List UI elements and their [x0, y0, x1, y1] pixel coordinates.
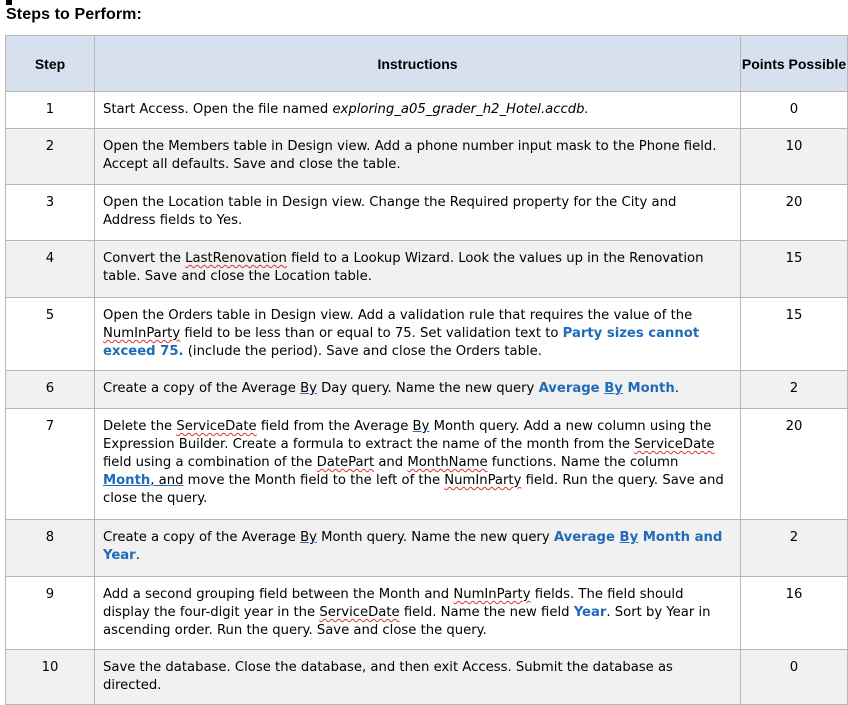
instruction-segment: Open the Orders table in Design view. Ad…: [103, 308, 693, 323]
instruction-sq-text: NumInParty: [444, 473, 522, 488]
instruction-segment: field from the Average: [256, 419, 413, 434]
step-number: 8: [5, 519, 95, 577]
points-value: 15: [740, 297, 848, 371]
section-title: Steps to Perform:: [6, 6, 142, 23]
instruction-segment: Convert the: [103, 251, 186, 266]
instruction-text: Save the database. Close the database, a…: [94, 649, 741, 705]
table-row: 10 Save the database. Close the database,…: [5, 649, 848, 705]
table-row: 3 Open the Location table in Design view.…: [5, 184, 848, 241]
header-instructions: Instructions: [94, 35, 741, 92]
table-row: 1 Start Access. Open the file named explo…: [5, 91, 848, 129]
instruction-ul-text: By: [300, 530, 317, 545]
instruction-segment: and: [374, 455, 408, 470]
instruction-sq-text: MonthName: [407, 455, 488, 470]
step-number: 3: [5, 184, 95, 241]
instruction-text: Start Access. Open the file named explor…: [94, 91, 741, 129]
instruction-sq-text: ServiceDate: [634, 437, 715, 452]
step-number: 9: [5, 576, 95, 650]
points-value: 15: [740, 240, 848, 298]
instruction-segment: (include the period). Save and close the…: [183, 344, 542, 359]
table-body: 1 Start Access. Open the file named explo…: [5, 91, 848, 705]
instruction-segment: Save the database. Close the database, a…: [103, 660, 673, 693]
step-number: 6: [5, 370, 95, 409]
instruction-em-text: exploring_a05_grader_h2_Hotel.accdb.: [332, 102, 589, 117]
instruction-hl-text: Average: [553, 530, 620, 545]
instruction-segment: Month query. Name the new query: [316, 530, 554, 545]
step-number: 4: [5, 240, 95, 298]
header-points: Points Possible: [740, 35, 848, 92]
instruction-ul-text: By: [300, 381, 317, 396]
instruction-segment: move the Month field to the left of the: [183, 473, 445, 488]
step-number: 10: [5, 649, 95, 705]
points-value: 20: [740, 408, 848, 520]
instruction-segment: functions. Name the column: [487, 455, 679, 470]
points-value: 0: [740, 649, 848, 705]
points-value: 2: [740, 370, 848, 409]
instruction-hl-ul-text: Month: [103, 473, 151, 488]
instruction-segment: Start Access. Open the file named: [103, 102, 333, 117]
table-row: 4 Convert the LastRenovation field to a L…: [5, 240, 848, 298]
instruction-hl-text: Year: [573, 605, 607, 620]
bullet-marker: [6, 0, 12, 5]
instruction-sq-text: ServiceDate: [176, 419, 257, 434]
instruction-segment: Open the Members table in Design view. A…: [103, 139, 717, 172]
instruction-hl-ul-text: By: [604, 381, 623, 396]
table-row: 8 Create a copy of the Average By Month q…: [5, 519, 848, 577]
step-number: 2: [5, 128, 95, 185]
instruction-hl-text: Average: [538, 381, 605, 396]
instruction-segment: Add a second grouping field between the …: [103, 587, 454, 602]
instruction-segment: Create a copy of the Average: [103, 381, 301, 396]
table-row: 6 Create a copy of the Average By Day que…: [5, 370, 848, 409]
table-row: 2 Open the Members table in Design view. …: [5, 128, 848, 185]
step-number: 1: [5, 91, 95, 129]
instruction-segment: field. Name the new field: [399, 605, 574, 620]
instruction-text: Open the Location table in Design view. …: [94, 184, 741, 241]
points-value: 2: [740, 519, 848, 577]
step-number: 5: [5, 297, 95, 371]
instruction-sq-text: NumInParty: [453, 587, 531, 602]
instruction-text: Create a copy of the Average By Month qu…: [94, 519, 741, 577]
instruction-segment: Create a copy of the Average: [103, 530, 301, 545]
instruction-text: Open the Members table in Design view. A…: [94, 128, 741, 185]
steps-table: Step Instructions Points Possible 1 Start…: [5, 35, 848, 705]
table-row: 7 Delete the ServiceDate field from the A…: [5, 408, 848, 520]
instruction-segment: Open the Location table in Design view. …: [103, 195, 677, 228]
instruction-hl-text: Month: [622, 381, 675, 396]
instruction-sq-text: NumInParty: [103, 326, 181, 341]
table-row: 9 Add a second grouping field between the…: [5, 576, 848, 650]
table-row: 5 Open the Orders table in Design view. A…: [5, 297, 848, 371]
instruction-text: Convert the LastRenovation field to a Lo…: [94, 240, 741, 298]
instruction-segment: .: [674, 381, 679, 396]
instruction-text: Create a copy of the Average By Day quer…: [94, 370, 741, 409]
table-header-row: Step Instructions Points Possible: [5, 35, 848, 92]
instruction-segment: field to be less than or equal to 75. Se…: [180, 326, 563, 341]
points-value: 16: [740, 576, 848, 650]
header-step: Step: [5, 35, 95, 92]
instruction-segment: Delete the: [103, 419, 177, 434]
instruction-sq-text: LastRenovation: [185, 251, 287, 266]
instruction-sq-text: DatePart: [316, 455, 375, 470]
instruction-hl-ul-text: By: [619, 530, 639, 545]
instruction-ul-text: By: [412, 419, 430, 434]
instruction-text: Add a second grouping field between the …: [94, 576, 741, 650]
instruction-segment: Day query. Name the new query: [316, 381, 539, 396]
instruction-sq-text: ServiceDate: [319, 605, 400, 620]
step-number: 7: [5, 408, 95, 520]
instruction-text: Open the Orders table in Design view. Ad…: [94, 297, 741, 371]
points-value: 20: [740, 184, 848, 241]
points-value: 10: [740, 128, 848, 185]
instruction-segment: .: [135, 548, 140, 563]
points-value: 0: [740, 91, 848, 129]
instruction-text: Delete the ServiceDate field from the Av…: [94, 408, 741, 520]
instruction-ul-text: , and: [150, 473, 184, 488]
instruction-segment: field using a combination of the: [103, 455, 317, 470]
